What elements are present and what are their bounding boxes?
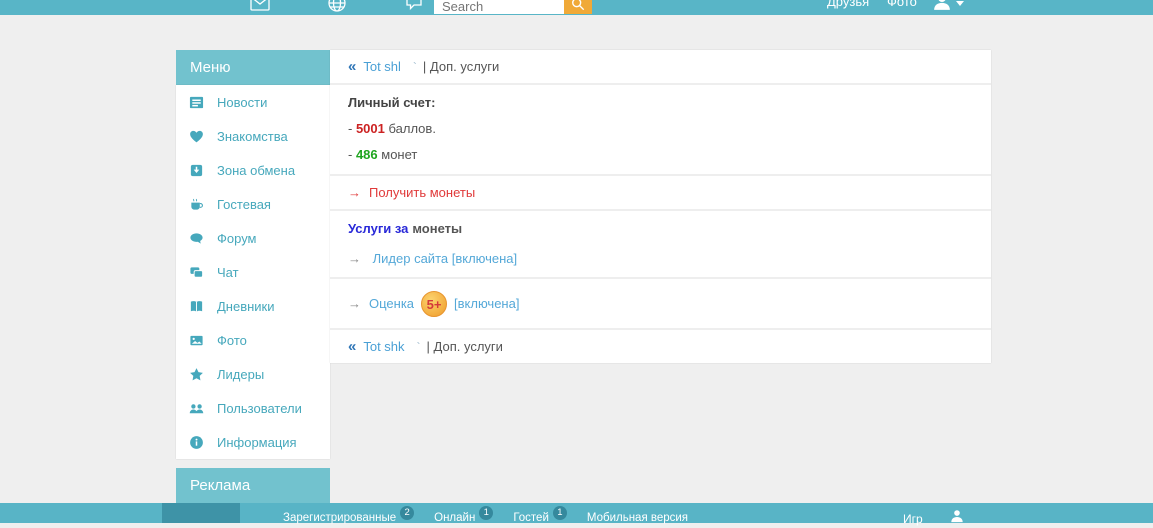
back-icon[interactable]: « — [348, 338, 356, 355]
coffee-cup-icon — [189, 197, 206, 212]
heart-icon — [189, 129, 206, 144]
open-book-icon — [189, 299, 206, 314]
chat-bubble-icon[interactable] — [404, 0, 426, 19]
sidebar-item-exchange[interactable]: Зона обмена — [176, 153, 330, 187]
magnifier-icon — [571, 0, 585, 11]
person-icon[interactable] — [950, 509, 964, 528]
sidebar-item-guestbook[interactable]: Гостевая — [176, 187, 330, 221]
sidebar-item-label: Гостевая — [217, 197, 271, 212]
services-title: Услуги замонеты — [348, 221, 973, 237]
arrow-icon: → — [348, 296, 361, 311]
breadcrumb-mark: ` — [413, 60, 417, 74]
content-card: « Tot shl ` | Доп. услуги Личный счет: -… — [330, 50, 991, 363]
star-icon — [189, 367, 206, 382]
sidebar-item-label: Информация — [217, 435, 297, 450]
get-coins-link[interactable]: Получить монеты — [369, 185, 475, 200]
coins-line: - 486 монет — [348, 147, 973, 163]
mail-icon[interactable] — [249, 0, 271, 19]
sidebar-item-label: Фото — [217, 333, 247, 348]
search-form — [434, 0, 592, 14]
site-leader-line: → Лидер сайта [включена] — [348, 251, 973, 267]
footer-stat-online[interactable]: Онлайн 1 — [434, 503, 493, 524]
user-icon — [933, 0, 951, 11]
footer-stat-guests[interactable]: Гостей 1 — [513, 503, 567, 524]
count-badge: 1 — [479, 506, 493, 520]
forum-icon — [189, 231, 206, 246]
rating-status-link[interactable]: [включена] — [454, 296, 519, 311]
footer-games-link[interactable]: Игр — [903, 512, 923, 526]
footer-stat-registered[interactable]: Зарегистрированные 2 — [283, 503, 414, 524]
globe-icon[interactable] — [326, 0, 348, 19]
sidebar-item-label: Дневники — [217, 299, 275, 314]
get-coins-section: → Получить монеты — [330, 176, 991, 211]
sidebar-menu: Новости Знакомства Зона обмена Гостевая … — [176, 85, 330, 459]
sidebar-item-news[interactable]: Новости — [176, 85, 330, 119]
sidebar-item-diaries[interactable]: Дневники — [176, 289, 330, 323]
photo-icon — [189, 333, 206, 348]
breadcrumb-bottom: « Tot shk ` | Доп. услуги — [330, 330, 991, 363]
sidebar-item-label: Знакомства — [217, 129, 288, 144]
sidebar-item-label: Лидеры — [217, 367, 264, 382]
points-line: - 5001 баллов. — [348, 121, 973, 137]
ads-header: Реклама — [176, 468, 330, 503]
back-icon[interactable]: « — [348, 58, 356, 75]
breadcrumb-top: « Tot shl ` | Доп. услуги — [330, 50, 991, 85]
footer-stats: Зарегистрированные 2 Онлайн 1 Гостей 1 М… — [283, 503, 688, 524]
rating-section: → Оценка 5+ [включена] — [330, 279, 991, 330]
ads-title: Реклама — [190, 477, 250, 494]
sidebar-item-leaders[interactable]: Лидеры — [176, 357, 330, 391]
coins-value: 486 — [356, 147, 378, 162]
sidebar-item-chat[interactable]: Чат — [176, 255, 330, 289]
page-title: | Доп. услуги — [427, 339, 503, 354]
chevron-down-icon — [956, 1, 964, 6]
arrow-icon: → — [348, 185, 361, 200]
sidebar-item-users[interactable]: Пользователи — [176, 391, 330, 425]
footer-bar: Зарегистрированные 2 Онлайн 1 Гостей 1 М… — [0, 503, 1153, 523]
count-badge: 2 — [400, 506, 414, 520]
breadcrumb-mark: ` — [417, 340, 421, 354]
sidebar-item-label: Форум — [217, 231, 257, 246]
chat-icon — [189, 265, 206, 280]
rating-link[interactable]: Оценка — [369, 296, 414, 311]
sidebar-item-label: Новости — [217, 95, 267, 110]
friends-link[interactable]: Друзья — [827, 0, 869, 9]
menu-title: Меню — [190, 59, 231, 76]
personal-account-section: Личный счет: - 5001 баллов. - 486 монет — [330, 85, 991, 176]
username-link[interactable]: Tot shl — [363, 59, 401, 74]
users-icon — [189, 401, 206, 416]
footer-mobile-version-link[interactable]: Мобильная версия — [587, 503, 688, 524]
news-icon — [189, 95, 206, 110]
info-icon — [189, 435, 206, 450]
count-badge: 1 — [553, 506, 567, 520]
points-value: 5001 — [356, 121, 385, 136]
sidebar-item-label: Чат — [217, 265, 239, 280]
username-link[interactable]: Tot shk — [363, 339, 404, 354]
rating-5plus-badge: 5+ — [421, 291, 447, 317]
account-title: Личный счет: — [348, 95, 973, 111]
profile-menu[interactable] — [933, 0, 964, 11]
page-title: | Доп. услуги — [423, 59, 499, 74]
topbar: Друзья Фото — [0, 0, 1153, 15]
sidebar-item-photo[interactable]: Фото — [176, 323, 330, 357]
arrow-icon: → — [348, 251, 361, 266]
menu-header: Меню — [176, 50, 330, 85]
photos-link[interactable]: Фото — [887, 0, 917, 9]
sidebar-item-information[interactable]: Информация — [176, 425, 330, 459]
search-input[interactable] — [434, 0, 562, 14]
search-button[interactable] — [564, 0, 592, 14]
sidebar-item-label: Пользователи — [217, 401, 302, 416]
sidebar-item-label: Зона обмена — [217, 163, 295, 178]
footer-active-segment[interactable] — [162, 503, 240, 523]
sidebar-item-forum[interactable]: Форум — [176, 221, 330, 255]
sidebar-item-dating[interactable]: Знакомства — [176, 119, 330, 153]
download-box-icon — [189, 163, 206, 178]
site-leader-link[interactable]: Лидер сайта [включена] — [373, 251, 518, 266]
coin-services-section: Услуги замонеты → Лидер сайта [включена] — [330, 211, 991, 279]
